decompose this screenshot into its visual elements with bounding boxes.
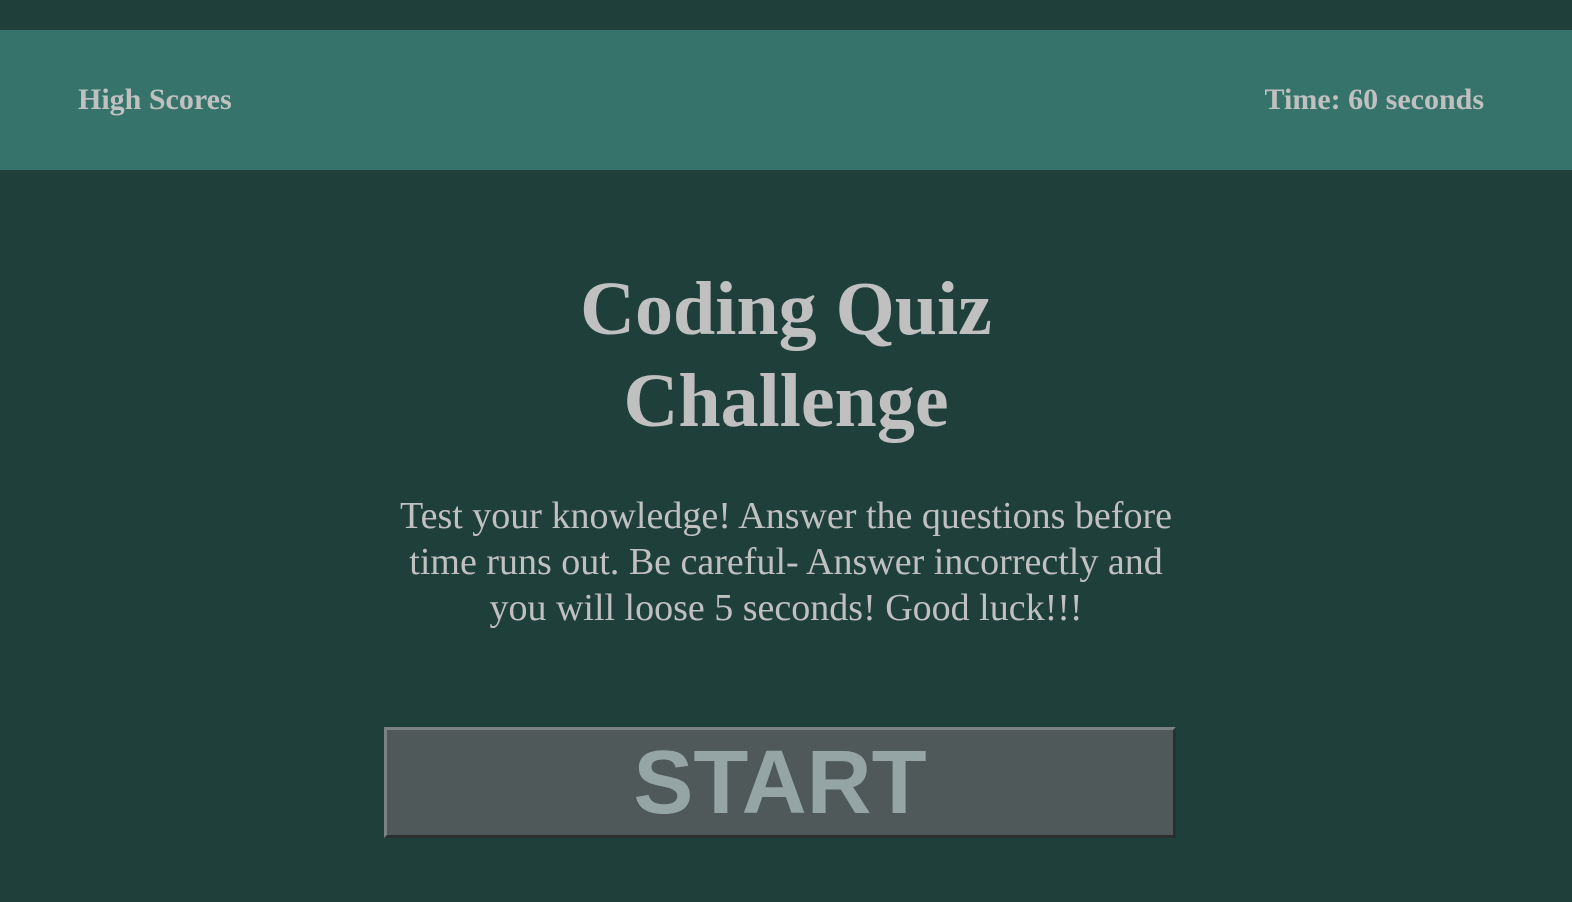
high-scores-link[interactable]: High Scores bbox=[78, 83, 232, 117]
main-content: Coding Quiz Challenge Test your knowledg… bbox=[0, 170, 1572, 631]
start-button[interactable]: START bbox=[384, 727, 1176, 838]
header-bar: High Scores Time: 60 seconds bbox=[0, 30, 1572, 170]
timer-display: Time: 60 seconds bbox=[1264, 83, 1484, 116]
page-title: Coding Quiz Challenge bbox=[580, 267, 992, 443]
quiz-description: Test your knowledge! Answer the question… bbox=[400, 495, 1172, 629]
